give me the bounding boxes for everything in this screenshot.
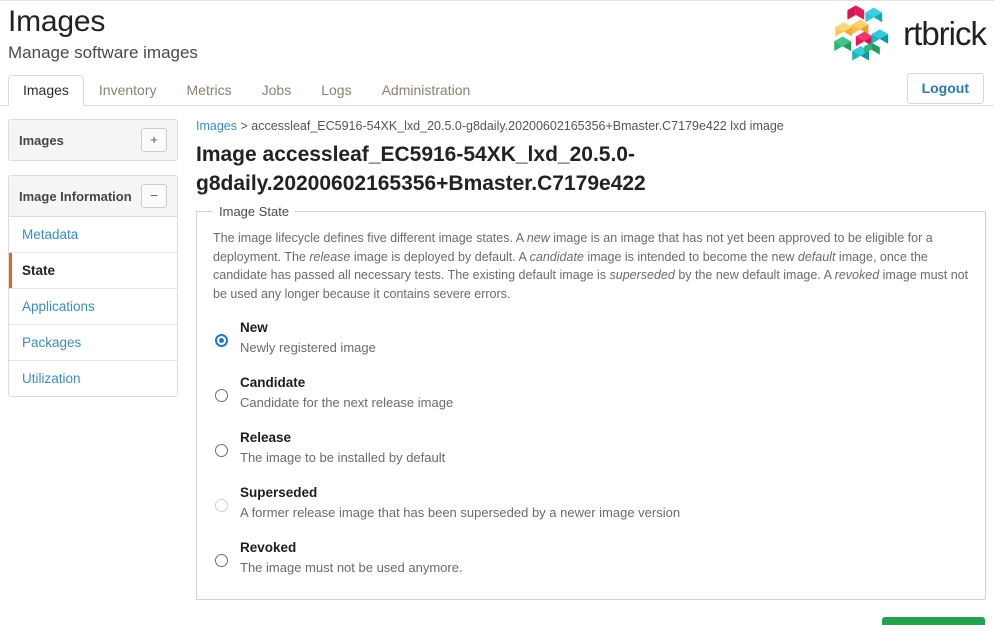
radio-icon-candidate[interactable] — [215, 389, 228, 402]
state-option-description: A former release image that has been sup… — [240, 505, 681, 520]
page-header: Images Manage software images rtbrick Lo… — [0, 1, 994, 104]
main-tab-bar: Images Inventory Metrics Jobs Logs Administra… — [0, 75, 994, 106]
page-body: Images + Image Information − Metadata State Ap… — [0, 106, 994, 625]
sidebar-panel-image-information: Image Information − Metadata State Applicati… — [8, 175, 178, 397]
sidebar-panel-title: Image Information — [19, 188, 132, 204]
tab-jobs[interactable]: Jobs — [247, 75, 307, 106]
rtbrick-cubes-logo-icon — [834, 5, 889, 61]
tab-inventory[interactable]: Inventory — [84, 75, 172, 106]
state-desc-text: The image lifecycle defines five differe… — [213, 231, 527, 245]
sidebar-panel-header: Image Information − — [9, 176, 177, 217]
state-term-emphasis: new — [526, 231, 550, 245]
state-desc-text: image is deployed by default. A — [350, 249, 530, 264]
radio-icon-revoked[interactable] — [215, 554, 228, 567]
minus-icon[interactable]: − — [141, 184, 167, 208]
breadcrumb-separator: > — [240, 119, 248, 133]
state-option-new[interactable]: New Newly registered image — [211, 319, 971, 357]
state-term-emphasis: default — [797, 249, 836, 264]
state-option-description: The image must not be used anymore. — [240, 560, 463, 575]
state-option-text: Release The image to be installed by defa… — [240, 429, 445, 467]
state-term-emphasis: release — [309, 249, 351, 264]
state-term-emphasis: candidate — [529, 249, 584, 264]
state-option-description: The image to be installed by default — [240, 450, 446, 465]
main-content: Images > accessleaf_EC5916-54XK_lxd_20.5… — [178, 119, 986, 625]
sidebar-item-state[interactable]: State — [9, 253, 177, 289]
radio-icon-new[interactable] — [215, 334, 228, 347]
sidebar-item-applications[interactable]: Applications — [9, 289, 177, 325]
breadcrumb: Images > accessleaf_EC5916-54XK_lxd_20.5… — [196, 119, 986, 134]
save-state-button[interactable]: Save state — [881, 617, 985, 625]
radio-icon-release[interactable] — [215, 444, 228, 457]
plus-icon[interactable]: + — [141, 128, 167, 152]
sidebar-item-utilization[interactable]: Utilization — [9, 361, 177, 396]
tab-administration[interactable]: Administration — [367, 75, 486, 106]
tab-images[interactable]: Images — [8, 75, 84, 106]
image-state-radio-group: New Newly registered image Candidate Candid… — [211, 319, 971, 577]
state-option-revoked[interactable]: Revoked The image must not be used anymor… — [211, 539, 971, 577]
state-term-emphasis: superseded — [609, 268, 675, 282]
brand-logo-group: rtbrick — [827, 3, 987, 63]
image-state-fieldset: Image State The image lifecycle defines … — [196, 204, 986, 600]
sidebar-panel-title: Images — [19, 132, 64, 148]
sidebar-panel-header: Images + — [9, 120, 177, 160]
state-option-label[interactable]: New — [240, 319, 376, 337]
radio-icon-superseded — [215, 499, 228, 512]
sidebar-panel-images: Images + — [8, 119, 178, 161]
image-state-description: The image lifecycle defines five differe… — [213, 229, 971, 303]
state-option-release[interactable]: Release The image to be installed by defa… — [211, 429, 971, 467]
brand-name: rtbrick — [903, 14, 987, 52]
image-title: Image accessleaf_EC5916-54XK_lxd_20.5.0-… — [196, 143, 646, 195]
state-option-candidate[interactable]: Candidate Candidate for the next release … — [211, 374, 971, 412]
breadcrumb-current: accessleaf_EC5916-54XK_lxd_20.5.0-g8dail… — [251, 119, 784, 133]
state-term-emphasis: revoked — [834, 268, 880, 282]
state-option-label[interactable]: Revoked — [240, 539, 463, 557]
image-state-legend: Image State — [219, 204, 290, 219]
state-option-text: Superseded A former release image that ha… — [240, 484, 680, 522]
state-option-description: Candidate for the next release image — [240, 395, 454, 410]
sidebar: Images + Image Information − Metadata State Ap… — [8, 119, 178, 411]
state-desc-text: image is intended to become the new — [583, 249, 798, 264]
state-option-superseded: Superseded A former release image that ha… — [211, 484, 971, 522]
state-option-text: New Newly registered image — [240, 319, 376, 357]
sidebar-item-packages[interactable]: Packages — [9, 325, 177, 361]
tab-logs[interactable]: Logs — [306, 75, 366, 106]
state-option-label: Superseded — [240, 485, 318, 500]
breadcrumb-link-images[interactable]: Images — [196, 119, 237, 133]
state-option-label[interactable]: Release — [240, 429, 445, 447]
tab-metrics[interactable]: Metrics — [172, 75, 247, 106]
state-option-text: Revoked The image must not be used anymor… — [240, 539, 463, 577]
state-option-description: Newly registered image — [240, 340, 376, 355]
state-option-text: Candidate Candidate for the next release … — [240, 374, 453, 412]
state-option-label[interactable]: Candidate — [240, 374, 453, 392]
state-desc-text: by the new default image. A — [674, 268, 835, 282]
form-actions: Save state — [196, 600, 986, 625]
sidebar-item-metadata[interactable]: Metadata — [9, 217, 177, 253]
